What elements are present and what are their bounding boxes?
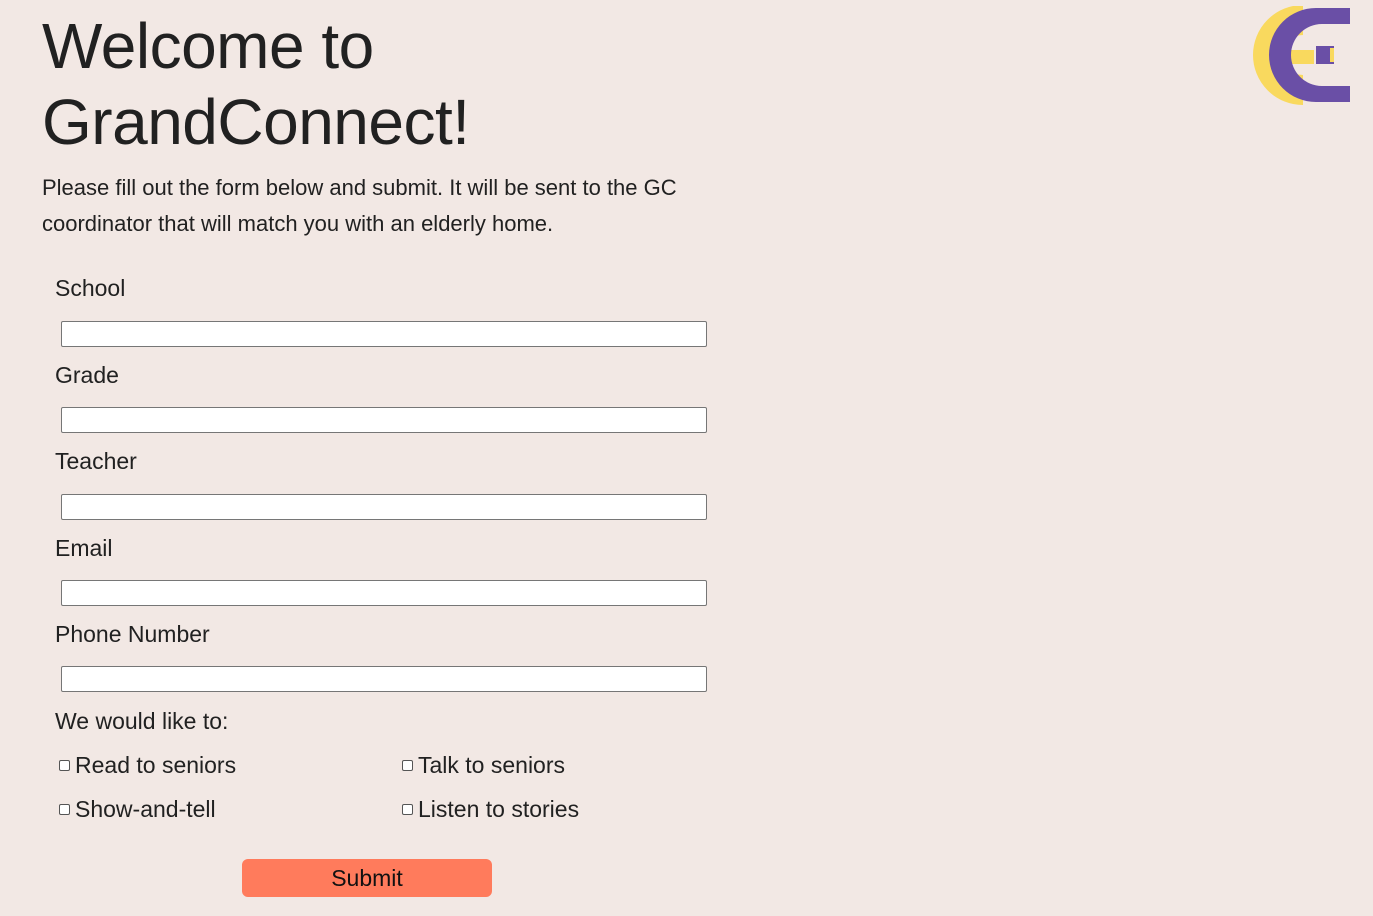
signup-page: Welcome to GrandConnect! Please fill out… — [0, 0, 1373, 916]
phone-number-label: Phone Number — [55, 621, 210, 647]
teacher-label: Teacher — [55, 448, 137, 474]
school-input[interactable] — [61, 321, 707, 347]
submit-button[interactable]: Submit — [242, 859, 492, 897]
option-read-to-seniors[interactable]: Read to seniors — [59, 750, 236, 780]
talk-to-seniors-checkbox[interactable] — [402, 759, 413, 771]
option-show-and-tell[interactable]: Show-and-tell — [59, 794, 216, 824]
page-title-line1: Welcome to — [42, 10, 374, 82]
option-talk-to-seniors[interactable]: Talk to seniors — [402, 750, 565, 780]
listen-to-stories-label: Listen to stories — [418, 796, 580, 822]
teacher-input[interactable] — [61, 494, 707, 520]
page-title-line2: GrandConnect! — [42, 86, 470, 158]
options-label: We would like to: — [55, 708, 229, 734]
read-to-seniors-label: Read to seniors — [75, 752, 237, 778]
talk-to-seniors-label: Talk to seniors — [418, 752, 566, 778]
intro-text: Please fill out the form below and submi… — [42, 175, 677, 236]
email-input[interactable] — [61, 580, 707, 606]
email-label: Email — [55, 535, 113, 561]
option-listen-to-stories[interactable]: Listen to stories — [402, 794, 579, 824]
show-and-tell-checkbox[interactable] — [59, 803, 70, 815]
gc-logo-icon — [1232, 5, 1356, 106]
show-and-tell-label: Show-and-tell — [75, 796, 216, 822]
page-title: Welcome to GrandConnect! — [42, 8, 742, 160]
grade-label: Grade — [55, 362, 119, 388]
school-label: School — [55, 275, 126, 301]
grade-input[interactable] — [61, 407, 707, 433]
phone-number-input[interactable] — [61, 666, 707, 692]
read-to-seniors-checkbox[interactable] — [59, 759, 70, 771]
listen-to-stories-checkbox[interactable] — [402, 803, 413, 815]
